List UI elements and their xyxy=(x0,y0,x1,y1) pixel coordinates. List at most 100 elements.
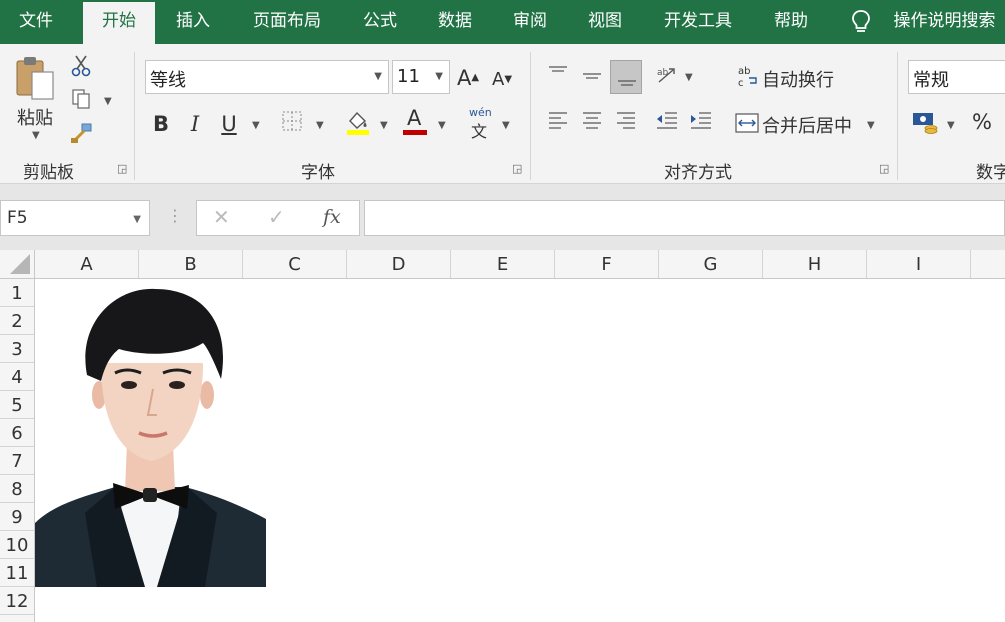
orientation-dropdown[interactable]: ▼ xyxy=(685,72,693,83)
fill-color-swatch xyxy=(347,130,369,135)
paste-dropdown[interactable]: ▼ xyxy=(32,130,40,141)
tab-formulas[interactable]: 公式 xyxy=(348,0,412,44)
merge-center-button[interactable]: 合并后居中 xyxy=(762,112,852,138)
column-header-g[interactable]: G xyxy=(659,250,763,278)
shrink-font-label: A xyxy=(491,69,505,90)
phonetic-dropdown[interactable]: ▼ xyxy=(502,120,510,131)
row-header-8[interactable]: 8 xyxy=(0,475,34,503)
font-size-select[interactable]: 11 ▼ xyxy=(392,60,450,94)
portrait-picture[interactable] xyxy=(35,283,266,587)
row-header-3[interactable]: 3 xyxy=(0,335,34,363)
underline-button[interactable]: U xyxy=(219,112,239,136)
column-header-d[interactable]: D xyxy=(347,250,451,278)
column-header-f[interactable]: F xyxy=(555,250,659,278)
align-left-icon[interactable] xyxy=(547,110,569,132)
merge-center-dropdown[interactable]: ▼ xyxy=(867,120,875,131)
close-icon[interactable]: ✕ xyxy=(213,205,230,229)
row-header-12[interactable]: 12 xyxy=(0,587,34,615)
fill-color-icon[interactable] xyxy=(345,108,371,136)
accounting-format-icon[interactable] xyxy=(912,110,938,134)
row-header-2[interactable]: 2 xyxy=(0,307,34,335)
grow-font-button[interactable]: A▲ xyxy=(456,66,480,90)
right-ear xyxy=(200,381,214,409)
row-header-5[interactable]: 5 xyxy=(0,391,34,419)
tab-file[interactable]: 文件 xyxy=(0,0,72,44)
column-header-b[interactable]: B xyxy=(139,250,243,278)
svg-text:ab: ab xyxy=(738,66,750,77)
menu-tab-bar: 文件 开始 插入 页面布局 公式 数据 审阅 视图 开发工具 帮助 操作说明搜索 xyxy=(0,0,1005,44)
merge-center-icon[interactable] xyxy=(735,112,759,134)
row-header-11[interactable]: 11 xyxy=(0,559,34,587)
row-header-4[interactable]: 4 xyxy=(0,363,34,391)
align-top-icon[interactable] xyxy=(547,64,569,84)
number-format-value: 常规 xyxy=(913,70,949,91)
number-group-label: 数字 xyxy=(976,163,1005,183)
font-name-value: 等线 xyxy=(150,70,186,91)
tab-page-layout[interactable]: 页面布局 xyxy=(236,0,338,44)
alignment-launcher-icon[interactable]: ◲ xyxy=(879,163,891,176)
row-header-9[interactable]: 9 xyxy=(0,503,34,531)
insert-function-button[interactable]: fx xyxy=(323,206,341,228)
paintbrush-icon[interactable] xyxy=(70,122,94,144)
alignment-group-label: 对齐方式 xyxy=(664,163,732,183)
paste-button[interactable]: 粘贴 xyxy=(17,104,53,130)
row-header-7[interactable]: 7 xyxy=(0,447,34,475)
wrap-text-button[interactable]: 自动换行 xyxy=(762,66,834,92)
align-center-icon[interactable] xyxy=(581,110,603,132)
tab-help[interactable]: 帮助 xyxy=(758,0,824,44)
select-all-triangle xyxy=(10,254,30,274)
font-color-swatch xyxy=(403,130,427,135)
check-icon[interactable]: ✓ xyxy=(268,205,285,229)
lightbulb-icon[interactable] xyxy=(850,9,872,35)
italic-button[interactable]: I xyxy=(185,112,205,136)
bold-button[interactable]: B xyxy=(151,112,171,136)
row-header-1[interactable]: 1 xyxy=(0,279,34,307)
column-header-e[interactable]: E xyxy=(451,250,555,278)
tab-view[interactable]: 视图 xyxy=(572,0,638,44)
number-group: 常规 ▼ % 数字 xyxy=(898,44,1005,184)
name-box[interactable]: F5 ▼ xyxy=(0,200,150,236)
increase-indent-icon[interactable] xyxy=(689,110,713,132)
font-launcher-icon[interactable]: ◲ xyxy=(512,163,524,176)
font-color-button[interactable]: A xyxy=(403,106,427,136)
tell-me-search[interactable]: 操作说明搜索 xyxy=(884,0,1005,44)
formula-input[interactable] xyxy=(364,200,1005,236)
column-header-c[interactable]: C xyxy=(243,250,347,278)
column-header-i[interactable]: I xyxy=(867,250,971,278)
column-header-h[interactable]: H xyxy=(763,250,867,278)
column-header-a[interactable]: A xyxy=(35,250,139,278)
row-header-6[interactable]: 6 xyxy=(0,419,34,447)
formula-bar-grip[interactable]: ⋮ xyxy=(167,206,183,225)
tab-home[interactable]: 开始 xyxy=(83,2,155,44)
font-color-dropdown[interactable]: ▼ xyxy=(438,120,446,131)
align-right-icon[interactable] xyxy=(615,110,637,132)
tab-developer[interactable]: 开发工具 xyxy=(648,0,748,44)
sheet-gap xyxy=(0,236,1005,250)
formula-buttons: ✕ ✓ fx xyxy=(196,200,360,236)
phonetic-guide-button[interactable]: wén 文 xyxy=(467,106,493,141)
font-name-select[interactable]: 等线 ▼ xyxy=(145,60,389,94)
decrease-indent-icon[interactable] xyxy=(655,110,679,132)
paste-icon[interactable] xyxy=(14,54,58,102)
align-middle-icon[interactable] xyxy=(581,66,603,86)
copy-icon[interactable] xyxy=(70,88,92,110)
clipboard-launcher-icon[interactable]: ◲ xyxy=(117,163,129,176)
accounting-dropdown[interactable]: ▼ xyxy=(947,120,955,131)
copy-dropdown[interactable]: ▼ xyxy=(104,96,112,107)
underline-dropdown[interactable]: ▼ xyxy=(252,120,260,131)
scissors-icon[interactable] xyxy=(70,54,92,78)
shrink-font-button[interactable]: A▼ xyxy=(490,68,514,92)
row-header-10[interactable]: 10 xyxy=(0,531,34,559)
fill-color-dropdown[interactable]: ▼ xyxy=(380,120,388,131)
borders-icon[interactable] xyxy=(281,110,303,132)
tab-insert[interactable]: 插入 xyxy=(160,0,226,44)
percent-button[interactable]: % xyxy=(970,110,994,134)
number-format-select[interactable]: 常规 xyxy=(908,60,1005,94)
align-bottom-button[interactable] xyxy=(610,60,642,94)
wrap-text-icon[interactable]: ab c xyxy=(737,64,759,88)
select-all-icon[interactable] xyxy=(0,250,35,278)
text-orientation-icon[interactable]: ab xyxy=(655,64,679,88)
borders-dropdown[interactable]: ▼ xyxy=(316,120,324,131)
tab-review[interactable]: 审阅 xyxy=(498,0,562,44)
tab-data[interactable]: 数据 xyxy=(422,0,488,44)
